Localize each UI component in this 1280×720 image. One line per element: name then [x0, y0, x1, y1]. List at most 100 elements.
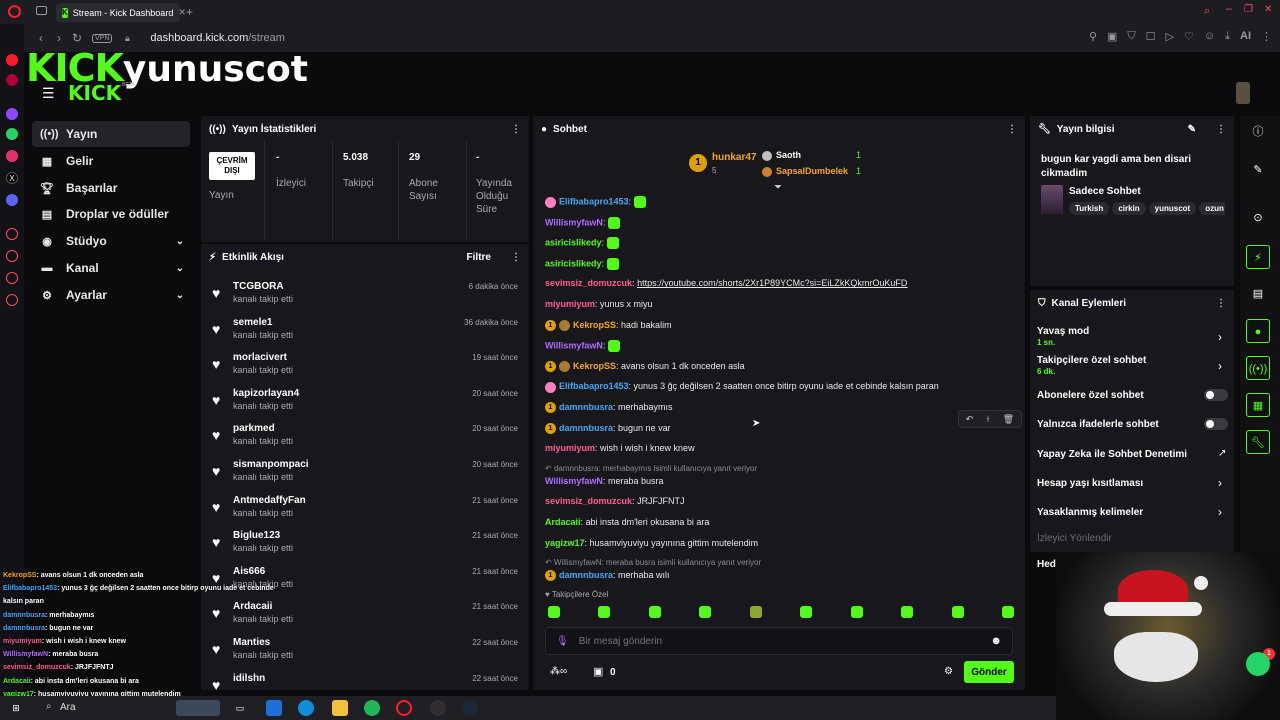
- activity-user[interactable]: sismanpompaci: [233, 459, 309, 470]
- sub-chat-toggle[interactable]: [1204, 389, 1228, 401]
- chat-message[interactable]: miyumiyum: yunus x miyu: [545, 299, 653, 309]
- sidebar-whatsapp-icon[interactable]: [6, 128, 18, 140]
- activity-user[interactable]: semele1: [233, 317, 272, 328]
- chevron-right-icon[interactable]: ›: [1218, 505, 1222, 519]
- stats-more-icon[interactable]: ⋮: [511, 124, 521, 135]
- chevron-right-icon[interactable]: ›: [1218, 476, 1222, 490]
- tag[interactable]: ozun: [1199, 202, 1225, 215]
- sidebar-messenger-icon[interactable]: [6, 74, 18, 86]
- reload-icon[interactable]: ↻: [68, 31, 86, 45]
- stream-info-more-icon[interactable]: ⋮: [1216, 124, 1226, 135]
- broadcast-panel-icon[interactable]: ((•)): [1246, 356, 1270, 380]
- chat-message[interactable]: Elifbabapro1453:: [545, 196, 646, 208]
- send-button[interactable]: Gönder: [964, 661, 1014, 683]
- activity-user[interactable]: Ardacaii: [233, 601, 272, 612]
- chat-message[interactable]: WillismyfawN: meraba busra: [545, 476, 663, 486]
- activity-item[interactable]: ♥ Manties kanalı takip etti 22 saat önce: [212, 637, 520, 671]
- chat-input[interactable]: [578, 635, 991, 647]
- emote-10[interactable]: [1001, 606, 1014, 618]
- heart-icon[interactable]: ♡: [1184, 30, 1194, 43]
- stats-panel-icon[interactable]: ▦: [1246, 393, 1270, 417]
- opera-taskbar-icon[interactable]: [396, 700, 412, 716]
- user-avatar[interactable]: [1236, 82, 1250, 104]
- sidebar-x-icon[interactable]: X: [6, 172, 18, 184]
- opera-logo-icon[interactable]: [8, 5, 21, 18]
- snapshot-icon[interactable]: ▣: [1107, 30, 1117, 43]
- action-ai-moderation[interactable]: Yapay Zeka ile Sohbet Denetimi: [1037, 449, 1187, 460]
- activity-user[interactable]: TCGBORA: [233, 281, 284, 292]
- chat-message[interactable]: WillismyfawN:: [545, 216, 620, 229]
- activity-item[interactable]: ♥ Ardacaii kanalı takip etti 21 saat önce: [212, 601, 520, 635]
- action-banned-words[interactable]: Yasaklanmış kelimeler: [1037, 507, 1143, 518]
- taskbar-widget-icon[interactable]: [176, 700, 220, 716]
- chat-message[interactable]: 1 damnnbusra: merhaba wılı: [545, 570, 670, 582]
- action-follower-chat[interactable]: Takipçilere özel sohbet 6 dk.: [1037, 355, 1146, 376]
- minimize-icon[interactable]: –: [1226, 3, 1232, 15]
- chat-message[interactable]: asiricislikedy:: [545, 257, 619, 270]
- emote-4[interactable]: [699, 606, 712, 618]
- nav-gelir[interactable]: ▦ Gelir: [32, 148, 190, 174]
- activity-item[interactable]: ♥ morlacivert kanalı takip etti 19 saat önc…: [212, 352, 520, 386]
- collapse-leaderboard-icon[interactable]: ⏷: [774, 182, 782, 193]
- search-tabs-icon[interactable]: ⌕: [1204, 5, 1210, 18]
- chat-username[interactable]: damnnbusra: [559, 570, 613, 580]
- microphone-icon[interactable]: 🎙︎: [556, 636, 569, 647]
- nav-droplar[interactable]: ▤ Droplar ve ödüller: [32, 201, 190, 227]
- chat-username[interactable]: sevimsiz_domuzcuk: [545, 496, 632, 506]
- reply-context[interactable]: ↶ damnnbusra: merhabaymıs isimli kullanı…: [545, 464, 757, 473]
- leader-1-name[interactable]: hunkar47: [712, 152, 756, 163]
- chat-message[interactable]: miyumiyum: wish i wish i knew knew: [545, 443, 695, 453]
- download-icon[interactable]: ⤓: [1225, 30, 1230, 43]
- edge-icon[interactable]: [298, 700, 314, 716]
- activity-user[interactable]: idilshn: [233, 673, 265, 684]
- play-icon[interactable]: ▷: [1166, 30, 1174, 43]
- chat-username[interactable]: damnnbusra: [559, 402, 613, 412]
- obs-icon[interactable]: [430, 700, 446, 716]
- pin-message-icon[interactable]: ⍿: [987, 414, 989, 425]
- chat-message[interactable]: 1 damnnbusra: merhabaymıs: [545, 402, 673, 414]
- back-icon[interactable]: ‹: [32, 31, 50, 45]
- chat-username[interactable]: Elifbabapro1453: [559, 381, 629, 391]
- chat-username[interactable]: WillismyfawN: [545, 476, 603, 486]
- activity-user[interactable]: kapizorlayan4: [233, 388, 299, 399]
- chat-settings-icon[interactable]: ⚙: [944, 666, 953, 677]
- chat-more-icon[interactable]: ⋮: [1007, 124, 1017, 135]
- more-icon[interactable]: ⋮: [1261, 30, 1272, 43]
- action-host[interactable]: Hed: [1037, 559, 1056, 570]
- forward-icon[interactable]: ›: [50, 31, 68, 45]
- chat-message[interactable]: asiricislikedy:: [545, 237, 619, 250]
- chat-username[interactable]: asiricislikedy: [545, 238, 602, 248]
- chat-message[interactable]: 1 KekropSS: hadi bakalim: [545, 320, 672, 331]
- gift-box-icon[interactable]: ▣: [593, 665, 603, 678]
- chat-message[interactable]: sevimsiz_domuzcuk: https://youtube.com/s…: [545, 278, 907, 288]
- sidebar-settings-icon[interactable]: [6, 294, 18, 306]
- leader-3-name[interactable]: SapsalDumbelek: [776, 166, 848, 176]
- chat-message[interactable]: Ardacaii: abi insta dm'leri okusana bi a…: [545, 517, 709, 527]
- reply-icon[interactable]: ↶: [966, 414, 974, 425]
- maximize-icon[interactable]: ❐: [1244, 4, 1253, 15]
- emote-3[interactable]: [648, 606, 661, 618]
- channel-actions-more-icon[interactable]: ⋮: [1216, 298, 1226, 309]
- activity-item[interactable]: ♥ kapizorlayan4 kanalı takip etti 20 saat ö…: [212, 388, 520, 422]
- chat-username[interactable]: WillismyfawN: [545, 341, 603, 351]
- emote[interactable]: [607, 340, 620, 353]
- activity-more-icon[interactable]: ⋮: [511, 252, 521, 263]
- chevron-right-icon[interactable]: ›: [1218, 359, 1222, 373]
- wallet-icon[interactable]: ☐: [1146, 30, 1156, 43]
- windows-start-icon[interactable]: ⊞: [8, 700, 24, 716]
- emote-chat-toggle[interactable]: [1204, 418, 1228, 430]
- chat-text[interactable]: https://youtube.com/shorts/2Xr1P89YCMc?s…: [637, 278, 907, 288]
- hamburger-menu-icon[interactable]: ☰: [42, 85, 55, 102]
- chat-message[interactable]: Elifbabapro1453: yunus 3 ğç değilsen 2 s…: [545, 381, 939, 393]
- url-field[interactable]: dashboard.kick.com/stream: [150, 32, 285, 44]
- ai-button[interactable]: AI: [1240, 30, 1251, 43]
- nav-basarilar[interactable]: 🏆︎ Başarılar: [32, 175, 190, 201]
- pin-icon[interactable]: ⚲: [1089, 30, 1097, 43]
- delete-icon[interactable]: 🗑︎: [1003, 414, 1014, 425]
- filter-button[interactable]: Filtre: [467, 252, 491, 263]
- new-tab-icon[interactable]: +: [186, 5, 193, 19]
- chat-username[interactable]: asiricislikedy: [545, 258, 602, 268]
- external-link-icon[interactable]: ↗: [1218, 448, 1226, 459]
- edit-icon[interactable]: ✎: [1188, 124, 1196, 135]
- sidebar-instagram-icon[interactable]: [6, 150, 18, 162]
